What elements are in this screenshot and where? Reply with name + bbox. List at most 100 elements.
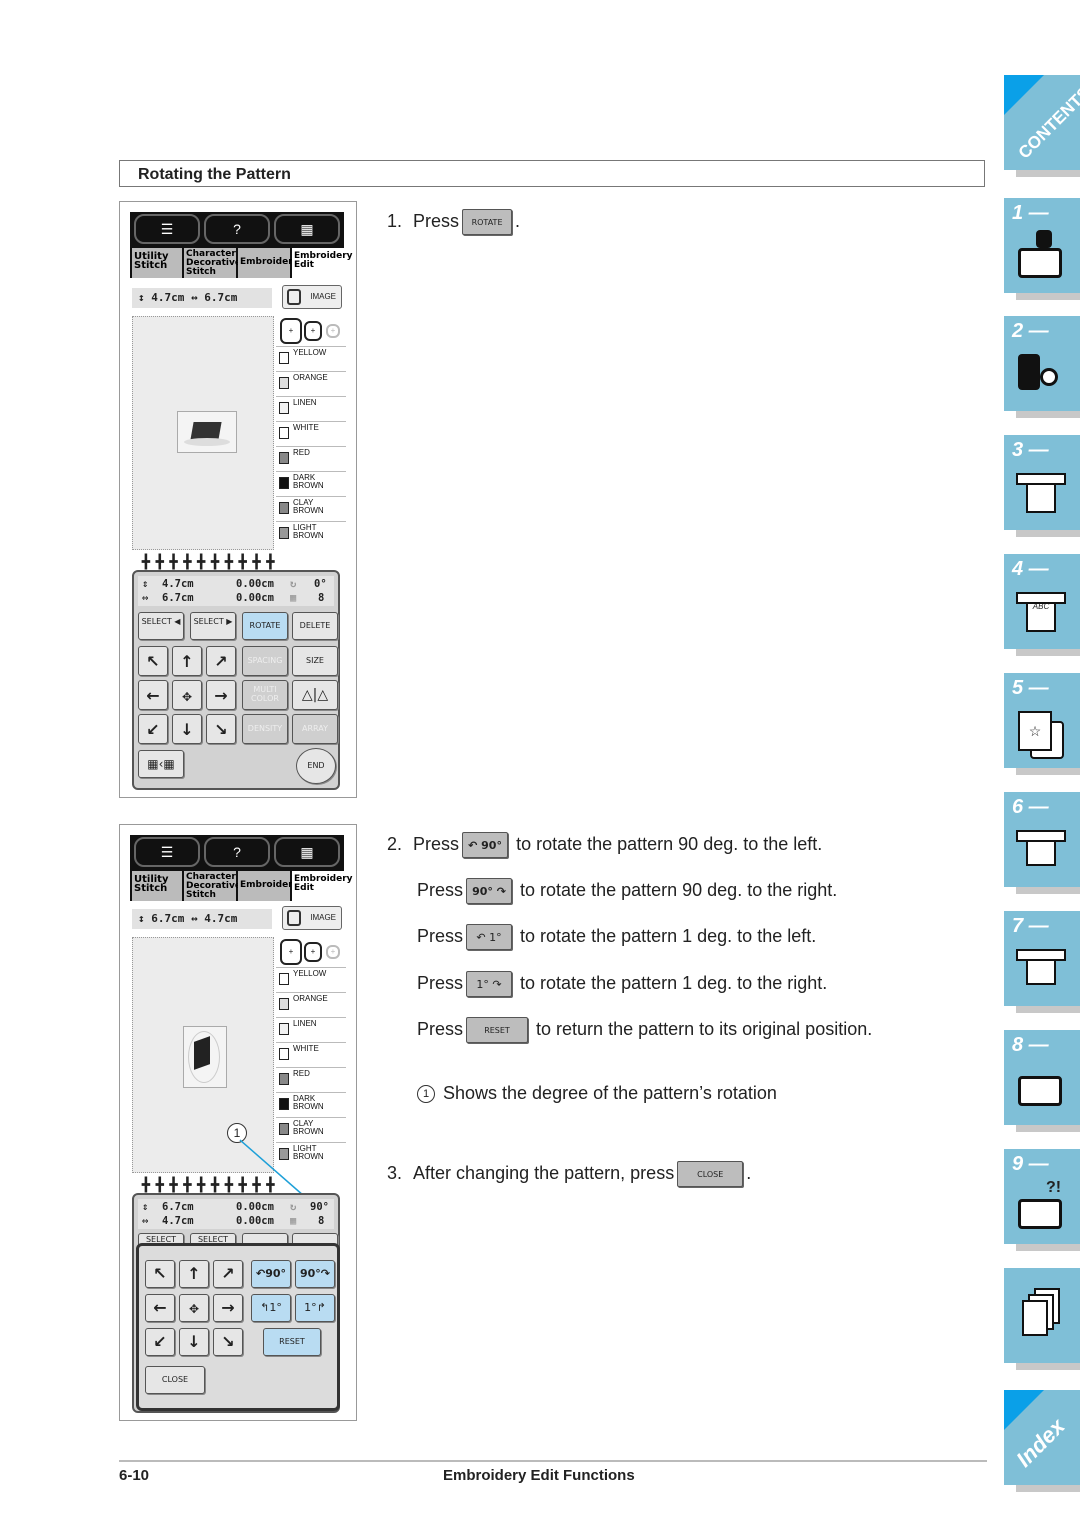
move-up-left-button[interactable]: ↖ <box>138 646 168 676</box>
select-previous-button[interactable]: SELECT ◀ <box>138 612 184 640</box>
move-center-button[interactable]: ✥ <box>172 680 202 710</box>
rotate-right-90-button[interactable]: 90°↷ <box>295 1260 335 1288</box>
side-tab-chapter-5[interactable]: 5 — ☆ <box>1004 673 1080 775</box>
multi-color-button[interactable]: MULTI COLOR <box>242 680 288 710</box>
color-name: RED <box>293 1069 310 1078</box>
color-item[interactable]: DARK BROWN <box>276 1092 346 1117</box>
density-button[interactable]: DENSITY <box>242 714 288 744</box>
spacing-button[interactable]: SPACING <box>242 646 288 676</box>
tab-character-decorative[interactable]: Character Decorative Stitch <box>184 248 241 278</box>
move-down-right-button[interactable]: ↘ <box>213 1328 243 1356</box>
side-tab-chapter-3[interactable]: 3 — <box>1004 435 1080 537</box>
arrow-down-right-icon: ↘ <box>214 720 228 739</box>
rotate-left-1-button[interactable]: ↰1° <box>251 1294 291 1322</box>
shirt-icon <box>1016 465 1068 521</box>
color-sort-button[interactable]: ▦‹▦ <box>138 750 184 778</box>
move-right-button[interactable]: → <box>206 680 236 710</box>
color-item[interactable]: CLAY BROWN <box>276 1117 346 1142</box>
color-item[interactable]: WHITE <box>276 1042 346 1067</box>
tab-embroidery-edit[interactable]: Embroidery Edit <box>292 248 353 278</box>
move-up-button[interactable]: ↑ <box>179 1260 209 1288</box>
step-2-line-3: Press ↶ 1° to rotate the pattern 1 deg. t… <box>417 923 816 951</box>
side-tab-chapter-6[interactable]: 6 — <box>1004 792 1080 894</box>
move-left-button[interactable]: ← <box>138 680 168 710</box>
side-tab-chapter-7[interactable]: 7 — <box>1004 911 1080 1013</box>
end-button[interactable]: END <box>296 748 336 784</box>
move-up-right-button[interactable]: ↗ <box>213 1260 243 1288</box>
size-button[interactable]: SIZE <box>292 646 338 676</box>
select-next-button[interactable]: SELECT ▶ <box>190 612 236 640</box>
stitch-book-icon[interactable]: ☰ <box>134 214 200 244</box>
color-name: ORANGE <box>293 373 328 382</box>
color-item[interactable]: ORANGE <box>276 992 346 1017</box>
move-right-button[interactable]: → <box>213 1294 243 1322</box>
press-label: Press <box>413 834 460 854</box>
move-down-button[interactable]: ↓ <box>172 714 202 744</box>
color-item[interactable]: CLAY BROWN <box>276 496 346 521</box>
help-machine-icon[interactable]: ? <box>204 214 270 244</box>
color-name: CLAY BROWN <box>293 1119 324 1136</box>
image-button[interactable]: IMAGE <box>282 285 342 309</box>
reset-button[interactable]: RESET <box>263 1328 321 1356</box>
side-tab-chapter-9[interactable]: 9 — ?! <box>1004 1149 1080 1251</box>
tab-utility-stitch[interactable]: Utility Stitch <box>132 248 182 278</box>
rotate-right-1-key-image: 1° ↷ <box>466 971 513 998</box>
spool-icon <box>279 998 289 1010</box>
move-left-button[interactable]: ← <box>145 1294 175 1322</box>
spool-icon <box>279 1148 289 1160</box>
side-tab-chapter-4[interactable]: 4 — ABC <box>1004 554 1080 656</box>
width-value: 6.7cm <box>162 592 194 604</box>
side-tab-chapter-8[interactable]: 8 — <box>1004 1030 1080 1132</box>
color-item[interactable]: LIGHT BROWN <box>276 521 346 546</box>
color-item[interactable]: LINEN <box>276 1017 346 1042</box>
rotate-right-1-button[interactable]: 1°↱ <box>295 1294 335 1322</box>
tab-shadow <box>1016 1485 1080 1492</box>
footer-rule <box>119 1460 987 1462</box>
array-button[interactable]: ARRAY <box>292 714 338 744</box>
color-item[interactable]: ORANGE <box>276 371 346 396</box>
move-up-left-button[interactable]: ↖ <box>145 1260 175 1288</box>
color-item[interactable]: YELLOW <box>276 346 346 371</box>
press-label: Press <box>417 1019 464 1039</box>
color-item[interactable]: WHITE <box>276 421 346 446</box>
center-crosshair-icon: ✥ <box>188 1302 200 1316</box>
color-item[interactable]: RED <box>276 446 346 471</box>
spool-icon <box>279 1098 289 1110</box>
move-down-left-button[interactable]: ↙ <box>138 714 168 744</box>
screenshot-frame-2: ☰ ? ▦ Utility Stitch Character Decorativ… <box>119 824 357 1421</box>
machine-troubleshoot-icon: ?! <box>1016 1179 1068 1235</box>
rotate-button[interactable]: ROTATE <box>242 612 288 640</box>
move-down-right-button[interactable]: ↘ <box>206 714 236 744</box>
settings-sheet-icon[interactable]: ▦ <box>274 214 340 244</box>
step-3: 3. After changing the pattern, press CLOS… <box>387 1160 751 1188</box>
arrow-left-icon: ← <box>153 1298 167 1317</box>
pattern-canvas[interactable] <box>132 316 274 550</box>
move-up-right-button[interactable]: ↗ <box>206 646 236 676</box>
section-title: Rotating the Pattern <box>138 166 291 183</box>
move-down-button[interactable]: ↓ <box>179 1328 209 1356</box>
offset-vertical-value: 0.00cm <box>236 578 274 590</box>
arrow-up-left-icon: ↖ <box>153 1264 167 1283</box>
side-tab-contents[interactable]: CONTENTS <box>1004 75 1080 177</box>
delete-button[interactable]: DELETE <box>292 612 338 640</box>
side-tab-index[interactable]: Index <box>1004 1390 1080 1492</box>
large-hoop-icon: + <box>280 318 302 344</box>
reset-key-image: RESET <box>466 1017 529 1044</box>
tab-embroidery[interactable]: Embroidery <box>238 248 299 278</box>
close-button[interactable]: CLOSE <box>145 1366 205 1394</box>
move-down-left-button[interactable]: ↙ <box>145 1328 175 1356</box>
side-tab-chapter-2[interactable]: 2 — <box>1004 316 1080 418</box>
arrow-right-icon: → <box>221 1298 235 1317</box>
move-center-button[interactable]: ✥ <box>179 1294 209 1322</box>
rotate-left-90-button[interactable]: ↶90° <box>251 1260 291 1288</box>
color-item[interactable]: LINEN <box>276 396 346 421</box>
color-item[interactable]: LIGHT BROWN <box>276 1142 346 1167</box>
move-up-button[interactable]: ↑ <box>172 646 202 676</box>
tab-shadow <box>1016 1006 1080 1013</box>
color-item[interactable]: RED <box>276 1067 346 1092</box>
side-tab-chapter-1[interactable]: 1 — <box>1004 198 1080 300</box>
color-item[interactable]: DARK BROWN <box>276 471 346 496</box>
color-item[interactable]: YELLOW <box>276 967 346 992</box>
mirror-button[interactable]: △|△ <box>292 680 338 710</box>
side-tab-appendix[interactable] <box>1004 1268 1080 1370</box>
